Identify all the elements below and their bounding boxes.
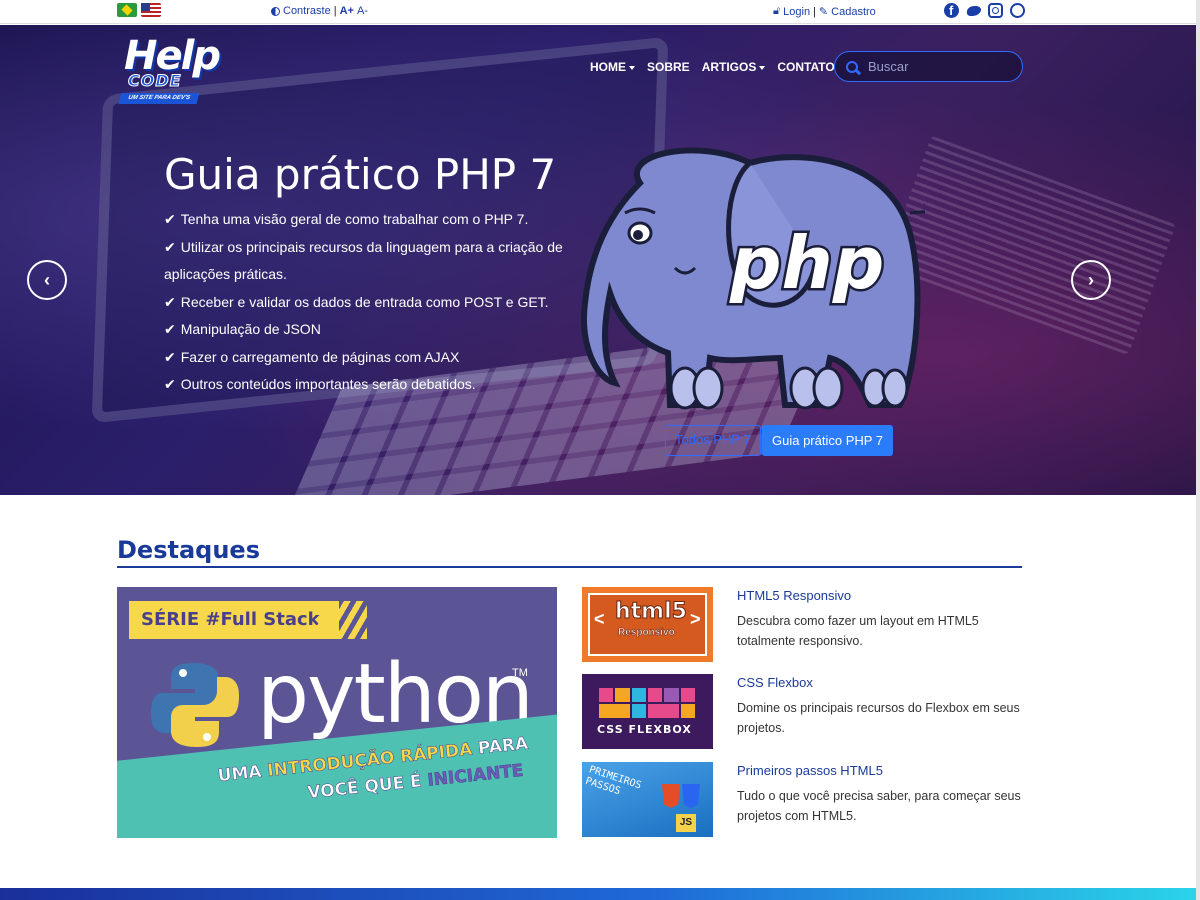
slide-bullet: Fazer o carregamento de páginas com AJAX [164, 344, 564, 372]
thumb-subtitle: Responsivo [618, 627, 675, 639]
account-links: 🔓︎ Login | ✎ Cadastro [773, 5, 876, 18]
article-description: Descubra como fazer um layout em HTML5 t… [737, 614, 979, 648]
logo-tagline: UM SITE PARA DEV'S [118, 93, 200, 104]
footer-gradient-bar [0, 888, 1196, 900]
php-elephant-image: php [581, 147, 925, 410]
instagram-icon[interactable] [988, 3, 1003, 18]
page-scrollbar[interactable] [1196, 0, 1200, 900]
css3-shield-icon [682, 784, 700, 808]
carousel-next-button[interactable]: › [1071, 260, 1111, 300]
thumb-title: CSS FLEXBOX [597, 723, 692, 736]
contrast-icon [271, 6, 280, 16]
whatsapp-icon[interactable] [1010, 3, 1025, 18]
slide-bullet: Manipulação de JSON [164, 316, 564, 344]
lock-icon: 🔓︎ [773, 5, 781, 17]
twitter-icon[interactable] [966, 3, 981, 18]
slide-bullet: Outros conteúdos importantes serão debat… [164, 371, 564, 399]
slide-title: Guia prático PHP 7 [164, 150, 557, 199]
contrast-link[interactable]: Contraste [283, 5, 331, 17]
login-link[interactable]: Login [783, 6, 810, 18]
series-label: SÉRIE #Full Stack [129, 601, 339, 639]
separator: | [333, 5, 337, 17]
pencil-icon: ✎ [818, 6, 829, 18]
background-notebook-image [883, 134, 1177, 356]
python-logo-icon [151, 663, 239, 747]
usa-flag-icon[interactable] [141, 3, 161, 17]
guia-php7-button[interactable]: Guia prático PHP 7 [762, 425, 894, 456]
article-card[interactable]: CSS FLEXBOX CSS Flexbox Domine os princi… [582, 674, 1022, 750]
primeiros-passos-thumbnail[interactable]: PRIMEIROS PASSOS JS [582, 762, 713, 837]
logo-code-text: CODE [128, 71, 182, 91]
carousel-prev-button[interactable]: ‹ [27, 260, 67, 300]
nav-artigos[interactable]: ARTIGOS [702, 60, 766, 74]
thumb-title: html5 [615, 599, 688, 625]
js-badge-icon: JS [676, 814, 696, 832]
accessibility-controls: Contraste | A+ A- [271, 5, 368, 17]
thumb-title: PRIMEIROS PASSOS [583, 764, 643, 798]
search-input[interactable] [868, 59, 1008, 74]
separator: | [813, 5, 816, 18]
slide-bullet: Tenha uma visão geral de como trabalhar … [164, 206, 564, 234]
trademark: TM [512, 667, 528, 679]
site-logo[interactable]: Help CODE UM SITE PARA DEV'S [118, 33, 240, 104]
search-box [834, 51, 1023, 82]
article-card[interactable]: < html5 Responsivo > HTML5 Responsivo De… [582, 587, 1022, 663]
article-title-link[interactable]: Primeiros passos HTML5 [737, 763, 883, 778]
article-description: Tudo o que você precisa saber, para come… [737, 789, 1021, 823]
facebook-icon[interactable] [944, 3, 959, 18]
slide-bullet: Utilizar os principais recursos da lingu… [164, 234, 564, 289]
article-card[interactable]: PRIMEIROS PASSOS JS Primeiros passos HTML… [582, 762, 1022, 838]
article-title-link[interactable]: CSS Flexbox [737, 675, 813, 690]
heading-divider [117, 566, 1022, 568]
series-stripes [317, 601, 367, 639]
nav-sobre[interactable]: SOBRE [647, 60, 690, 74]
slide-bullet-list: Tenha uma visão geral de como trabalhar … [164, 206, 564, 399]
hero-carousel: Help CODE UM SITE PARA DEV'S HOME SOBRE … [0, 25, 1196, 495]
nav-contato[interactable]: CONTATO [777, 60, 834, 74]
utility-bar: Contraste | A+ A- 🔓︎ Login | ✎ Cadastro [0, 0, 1196, 24]
featured-python-banner[interactable]: SÉRIE #Full Stack python TM UMA INTRODUÇ… [117, 587, 557, 838]
html5-responsivo-thumbnail[interactable]: < html5 Responsivo > [582, 587, 713, 662]
chevron-right-icon: > [690, 609, 701, 629]
html5-shield-icon [662, 784, 680, 808]
nav-home[interactable]: HOME [590, 60, 635, 74]
php-elephant-text: php [729, 221, 884, 305]
slide-bullet: Receber e validar os dados de entrada co… [164, 289, 564, 317]
chevron-left-icon: < [594, 609, 605, 629]
social-links [944, 3, 1025, 18]
todos-php7-button[interactable]: Todos PHP 7 [665, 425, 761, 456]
search-icon[interactable] [846, 60, 858, 73]
featured-heading: Destaques [117, 536, 260, 564]
article-title-link[interactable]: HTML5 Responsivo [737, 588, 851, 603]
main-nav: HOME SOBRE ARTIGOS CONTATO [590, 60, 835, 74]
signup-link[interactable]: Cadastro [831, 6, 876, 18]
brazil-flag-icon[interactable] [117, 3, 137, 17]
css-flexbox-thumbnail[interactable]: CSS FLEXBOX [582, 674, 713, 749]
article-description: Domine os principais recursos do Flexbox… [737, 701, 1020, 735]
font-increase-link[interactable]: A+ [340, 5, 354, 17]
flexbox-grid-graphic [599, 688, 695, 718]
font-decrease-link[interactable]: A- [357, 5, 368, 17]
